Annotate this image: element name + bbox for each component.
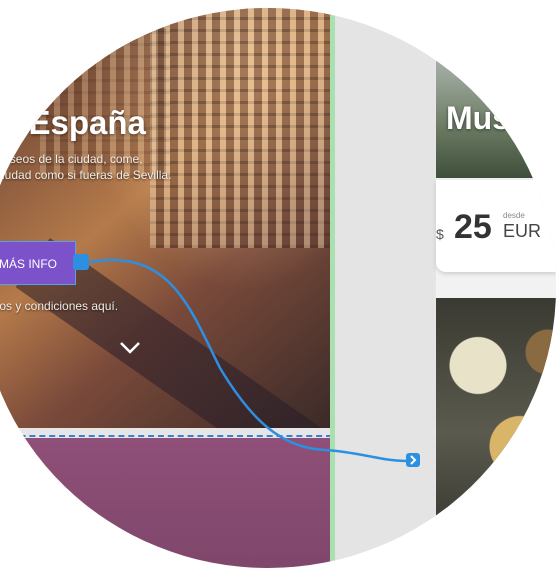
connector-arrow-icon[interactable]	[406, 453, 420, 467]
prototype-connector	[89, 258, 409, 463]
viewport-circle: Madrid, España Visita los museos de la c…	[0, 8, 556, 568]
